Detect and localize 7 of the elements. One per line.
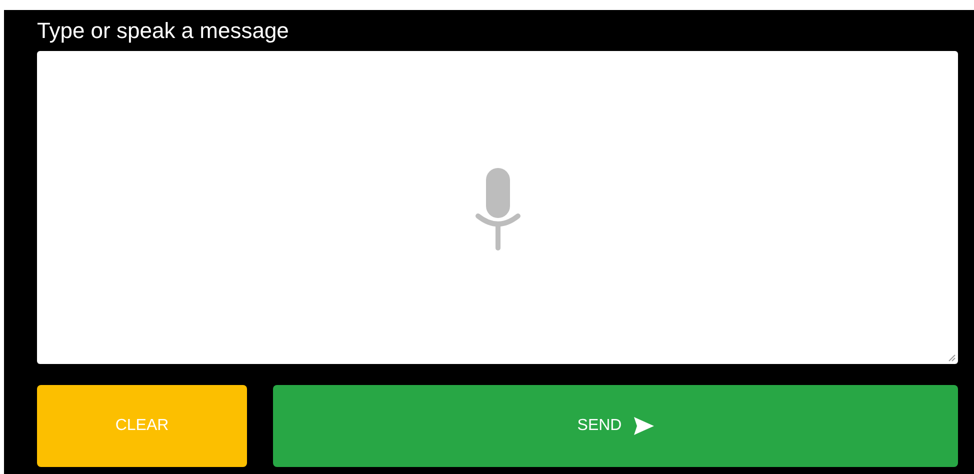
microphone-icon[interactable] bbox=[474, 168, 522, 252]
message-field[interactable] bbox=[37, 51, 958, 364]
send-icon bbox=[634, 417, 654, 435]
send-button[interactable]: SEND bbox=[273, 385, 958, 467]
prompt-label: Type or speak a message bbox=[37, 17, 289, 45]
resize-handle-icon[interactable] bbox=[948, 354, 956, 362]
clear-button[interactable]: CLEAR bbox=[37, 385, 247, 467]
